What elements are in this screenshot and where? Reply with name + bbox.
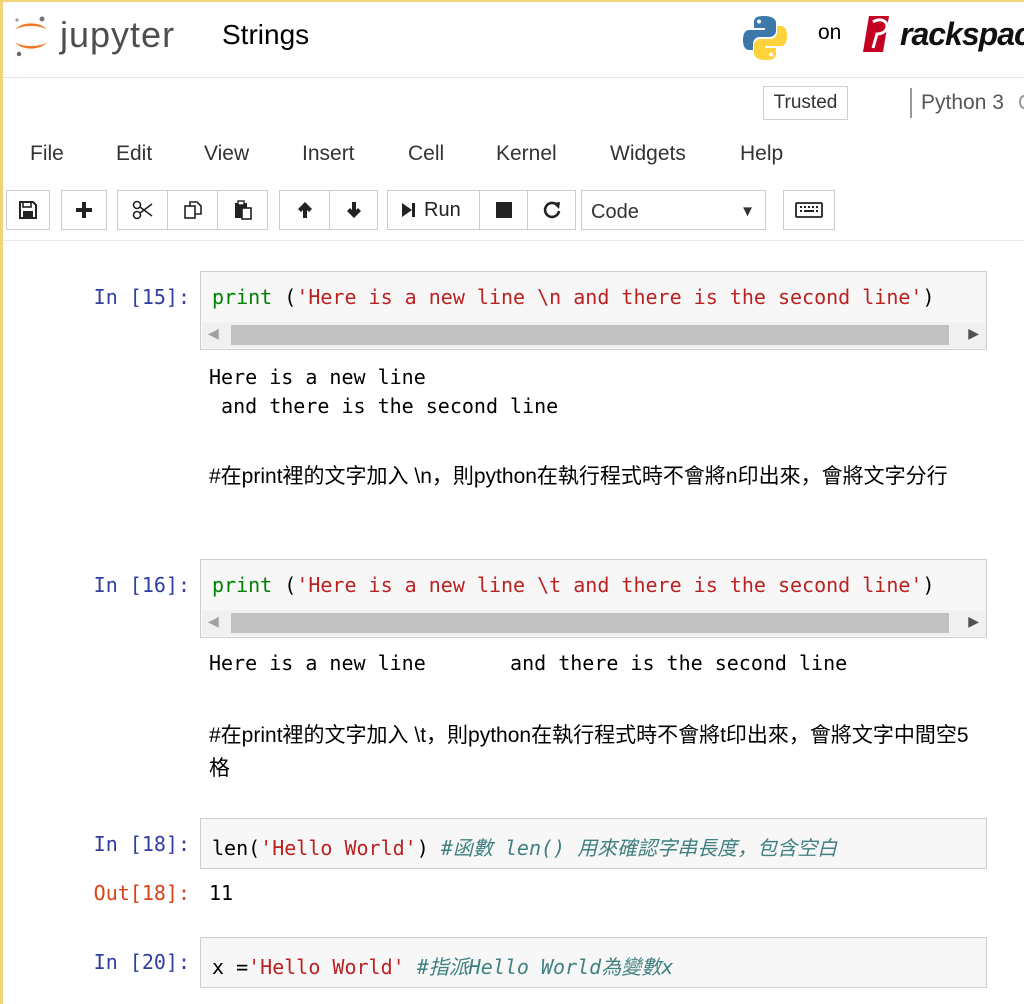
copy-button[interactable] — [167, 190, 218, 230]
cell-output: 11 — [209, 881, 234, 905]
save-icon — [19, 201, 37, 219]
header: jupyter Strings on rackspace — [3, 2, 1024, 76]
code-comment: #函數 len() 用來確認字串長度，包含空白 — [440, 836, 838, 860]
window-left-border — [0, 0, 3, 1004]
trusted-indicator[interactable]: Trusted — [763, 86, 848, 120]
menu-view[interactable]: View — [204, 142, 249, 166]
code-line[interactable]: print ('Here is a new line \t and there … — [212, 573, 935, 597]
menu-edit[interactable]: Edit — [116, 142, 152, 166]
code-cell[interactable]: print ('Here is a new line \t and there … — [200, 559, 987, 638]
cut-button[interactable] — [117, 190, 168, 230]
header-divider — [3, 77, 1024, 78]
paste-button[interactable] — [217, 190, 268, 230]
code-string: 'Hello World' — [248, 955, 405, 979]
command-palette-button[interactable] — [783, 190, 835, 230]
toolbar-divider — [3, 240, 1024, 241]
output-prompt: Out[18]: — [93, 881, 190, 905]
code-cell[interactable]: x ='Hello World' #指派Hello World為變數x — [200, 937, 987, 988]
chevron-down-icon: ▼ — [740, 203, 755, 220]
move-down-button[interactable] — [329, 190, 378, 230]
restart-icon — [543, 201, 560, 219]
code-function: len( — [212, 836, 261, 860]
restart-button[interactable] — [527, 190, 576, 230]
code-keyword: print — [212, 285, 273, 309]
paste-icon — [234, 200, 252, 220]
code-line[interactable]: x ='Hello World' #指派Hello World為變數x — [212, 951, 673, 980]
menu-insert[interactable]: Insert — [302, 142, 355, 166]
insert-cell-button[interactable] — [61, 190, 107, 230]
rackspace-logo-icon — [863, 16, 889, 52]
jupyter-logo-icon[interactable] — [11, 14, 51, 58]
notebook-title[interactable]: Strings — [222, 19, 309, 51]
copy-icon — [183, 201, 202, 219]
cell-type-select[interactable]: Code ▼ — [581, 190, 766, 230]
code-cell[interactable]: len('Hello World') #函數 len() 用來確認字串長度，包含… — [200, 818, 987, 869]
input-prompt: In [16]: — [93, 573, 190, 597]
code-punct: ) — [922, 285, 935, 309]
input-prompt: In [20]: — [93, 950, 190, 974]
code-keyword: print — [212, 573, 273, 597]
code-punct: ( — [272, 285, 297, 309]
kernel-name[interactable]: Python 3 — [921, 91, 1004, 115]
python-logo-icon — [743, 16, 787, 60]
run-icon — [402, 203, 415, 217]
scroll-right-icon[interactable]: ▶ — [968, 325, 979, 342]
run-button[interactable]: Run — [387, 190, 480, 230]
menu-file[interactable]: File — [30, 142, 64, 166]
interrupt-button[interactable] — [479, 190, 528, 230]
input-prompt: In [18]: — [93, 832, 190, 856]
menu-help[interactable]: Help — [740, 142, 783, 166]
cell-output: Here is a new line and there is the seco… — [209, 365, 559, 418]
save-button[interactable] — [6, 190, 50, 230]
horizontal-scrollbar[interactable]: ◀ ▶ — [202, 610, 986, 636]
code-punct: ) — [416, 836, 441, 860]
code-punct: ) — [922, 573, 935, 597]
menu-kernel[interactable]: Kernel — [496, 142, 557, 166]
menu-widgets[interactable]: Widgets — [610, 142, 686, 166]
arrow-down-icon — [346, 202, 361, 218]
scrollbar-thumb[interactable] — [231, 613, 949, 633]
cut-icon — [132, 200, 152, 220]
code-line[interactable]: print ('Here is a new line \n and there … — [212, 285, 935, 309]
scroll-right-icon[interactable]: ▶ — [968, 613, 979, 630]
code-string: 'Here is a new line \t and there is the … — [296, 573, 923, 597]
stop-icon — [495, 202, 512, 218]
code-cell[interactable]: print ('Here is a new line \n and there … — [200, 271, 987, 350]
arrow-up-icon — [297, 202, 312, 218]
input-prompt: In [15]: — [93, 285, 190, 309]
run-label: Run — [424, 198, 461, 221]
plus-icon — [76, 202, 92, 218]
rackspace-logo-text: rackspace — [900, 16, 1024, 52]
scrollbar-thumb[interactable] — [231, 325, 949, 345]
horizontal-scrollbar[interactable]: ◀ ▶ — [202, 322, 986, 348]
code-variable: x = — [212, 955, 249, 979]
kernel-status-icon — [1019, 95, 1024, 109]
scroll-left-icon[interactable]: ◀ — [208, 613, 219, 630]
code-string: 'Here is a new line \n and there is the … — [296, 285, 923, 309]
markdown-cell[interactable]: #在print裡的文字加入 \n，則python在執行程式時不會將n印出來，會將… — [209, 460, 979, 493]
on-label: on — [818, 21, 842, 44]
move-up-button[interactable] — [279, 190, 330, 230]
code-comment: #指派Hello World為變數x — [404, 955, 674, 979]
keyboard-icon — [795, 202, 823, 218]
scroll-left-icon[interactable]: ◀ — [208, 325, 219, 342]
code-line[interactable]: len('Hello World') #函數 len() 用來確認字串長度，包含… — [212, 832, 837, 861]
cell-type-value: Code — [591, 201, 639, 223]
code-punct: ( — [272, 573, 297, 597]
jupyter-logo-text: jupyter — [60, 14, 176, 55]
code-string: 'Hello World' — [260, 836, 417, 860]
cell-output: Here is a new line and there is the seco… — [209, 651, 848, 675]
kernel-separator — [910, 88, 912, 118]
markdown-cell[interactable]: #在print裡的文字加入 \t，則python在執行程式時不會將t印出來，會將… — [209, 719, 979, 785]
menu-cell[interactable]: Cell — [408, 142, 444, 166]
